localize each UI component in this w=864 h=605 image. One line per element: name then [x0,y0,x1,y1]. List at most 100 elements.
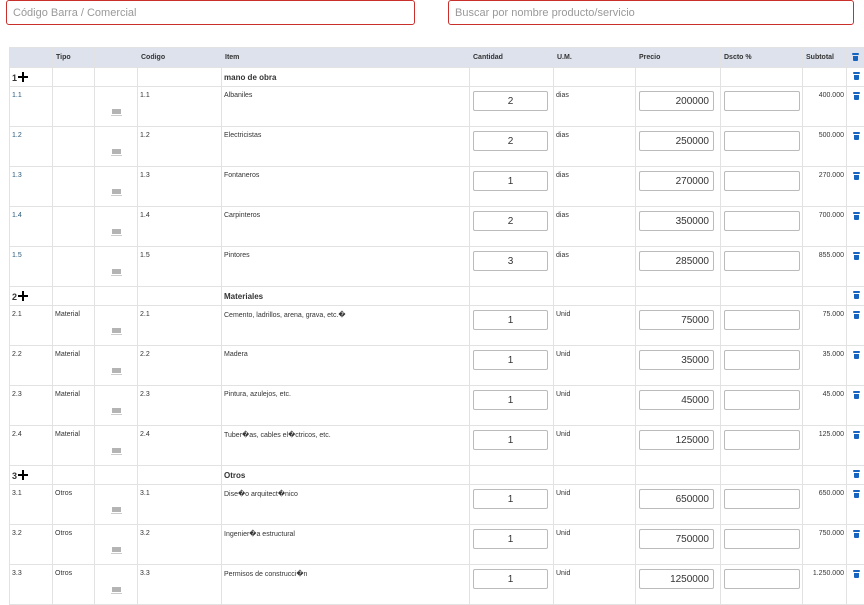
discount-input[interactable] [724,211,800,231]
discount-input[interactable] [724,171,800,191]
group-number: 2 [12,292,17,302]
table-row: 1.21.2Electricistasdias500.000 [10,127,864,167]
group-title: Otros [222,466,470,485]
quote-items-table: Tipo Codigo Item Cantidad U.M. Precio Ds… [9,47,864,605]
row-image-cell [95,306,138,346]
price-input[interactable] [639,529,714,549]
row-item: Tuber�as, cables el�ctricos, etc. [222,426,470,466]
price-input[interactable] [639,171,714,191]
header-codigo: Codigo [138,48,222,68]
trash-icon[interactable] [853,431,860,439]
trash-icon[interactable] [853,530,860,538]
price-input[interactable] [639,251,714,271]
quantity-input[interactable] [473,529,548,549]
row-subtotal: 1.250.000 [803,565,847,605]
trash-icon[interactable] [852,53,859,61]
price-input[interactable] [639,569,714,589]
row-cantidad-cell [470,127,554,167]
quantity-input[interactable] [473,430,548,450]
quantity-input[interactable] [473,350,548,370]
trash-icon[interactable] [853,391,860,399]
trash-icon[interactable] [853,570,860,578]
price-input[interactable] [639,91,714,111]
row-tipo [53,247,95,287]
product-name-search-input[interactable] [448,0,854,25]
discount-input[interactable] [724,91,800,111]
row-delete-cell[interactable] [847,207,864,247]
quantity-input[interactable] [473,211,548,231]
discount-input[interactable] [724,430,800,450]
discount-input[interactable] [724,569,800,589]
discount-input[interactable] [724,251,800,271]
row-delete-cell[interactable] [847,247,864,287]
image-placeholder-icon [112,448,121,453]
trash-icon[interactable] [853,351,860,359]
trash-icon[interactable] [853,291,860,299]
discount-input[interactable] [724,131,800,151]
barcode-search-input[interactable] [6,0,415,25]
quantity-input[interactable] [473,390,548,410]
trash-icon[interactable] [853,470,860,478]
discount-input[interactable] [724,390,800,410]
row-codigo: 1.4 [138,207,222,247]
row-delete-cell[interactable] [847,306,864,346]
row-delete-cell[interactable] [847,87,864,127]
trash-icon[interactable] [853,92,860,100]
row-delete-cell[interactable] [847,346,864,386]
quantity-input[interactable] [473,310,548,330]
discount-input[interactable] [724,350,800,370]
row-subtotal: 125.000 [803,426,847,466]
row-precio-cell [636,386,721,426]
quantity-input[interactable] [473,91,548,111]
price-input[interactable] [639,350,714,370]
trash-icon[interactable] [853,490,860,498]
row-image-cell [95,485,138,525]
table-row: 3.3Otros3.3Permisos de construcci�nUnid1… [10,565,864,605]
row-um: Unid [554,346,636,386]
header-precio: Precio [636,48,721,68]
discount-input[interactable] [724,489,800,509]
image-placeholder-icon [112,189,121,194]
price-input[interactable] [639,430,714,450]
row-delete-cell[interactable] [847,127,864,167]
group-delete-cell[interactable] [847,466,864,485]
group-delete-cell[interactable] [847,68,864,87]
row-item: Dise�o arquitect�nico [222,485,470,525]
price-input[interactable] [639,310,714,330]
row-precio-cell [636,127,721,167]
trash-icon[interactable] [853,172,860,180]
row-codigo: 2.3 [138,386,222,426]
discount-input[interactable] [724,529,800,549]
row-delete-cell[interactable] [847,167,864,207]
price-input[interactable] [639,489,714,509]
row-delete-cell[interactable] [847,565,864,605]
trash-icon[interactable] [853,311,860,319]
plus-icon[interactable] [18,72,28,82]
row-subtotal: 45.000 [803,386,847,426]
trash-icon[interactable] [853,132,860,140]
quantity-input[interactable] [473,569,548,589]
row-delete-cell[interactable] [847,485,864,525]
row-delete-cell[interactable] [847,386,864,426]
quantity-input[interactable] [473,171,548,191]
plus-icon[interactable] [18,291,28,301]
row-delete-cell[interactable] [847,525,864,565]
row-item: Carpinteros [222,207,470,247]
image-placeholder-icon [112,408,121,413]
quantity-input[interactable] [473,251,548,271]
quantity-input[interactable] [473,489,548,509]
price-input[interactable] [639,390,714,410]
header-delete-all[interactable] [847,48,864,68]
group-delete-cell[interactable] [847,287,864,306]
trash-icon[interactable] [853,212,860,220]
trash-icon[interactable] [853,252,860,260]
price-input[interactable] [639,131,714,151]
row-delete-cell[interactable] [847,426,864,466]
discount-input[interactable] [724,310,800,330]
trash-icon[interactable] [853,72,860,80]
plus-icon[interactable] [18,470,28,480]
price-input[interactable] [639,211,714,231]
quantity-input[interactable] [473,131,548,151]
row-item: Permisos de construcci�n [222,565,470,605]
group-title: Materiales [222,287,470,306]
